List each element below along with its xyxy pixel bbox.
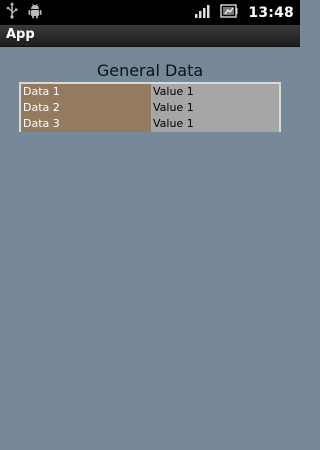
data-table: Data 1 Value 1 Data 2 Value 1 Data 3 Val…: [19, 82, 281, 132]
table-row-label: Data 1: [21, 84, 151, 100]
table-row-value: Value 1: [151, 116, 279, 132]
android-debug-icon: [28, 3, 42, 23]
table-row-value: Value 1: [151, 84, 279, 100]
usb-icon: [6, 2, 18, 23]
table-row-label: Data 2: [21, 100, 151, 116]
page-title: General Data: [96, 61, 204, 80]
status-time: 13:48: [248, 4, 294, 21]
status-bar: 13:48: [0, 0, 300, 25]
table-row-label: Data 3: [21, 116, 151, 132]
table-row-value: Value 1: [151, 100, 279, 116]
signal-icon: [194, 3, 210, 23]
status-right-icons: 13:48: [194, 3, 294, 22]
app-title-bar: App: [0, 25, 300, 47]
app-title: App: [6, 27, 35, 42]
status-left-icons: [6, 2, 42, 23]
battery-icon: [220, 3, 238, 23]
